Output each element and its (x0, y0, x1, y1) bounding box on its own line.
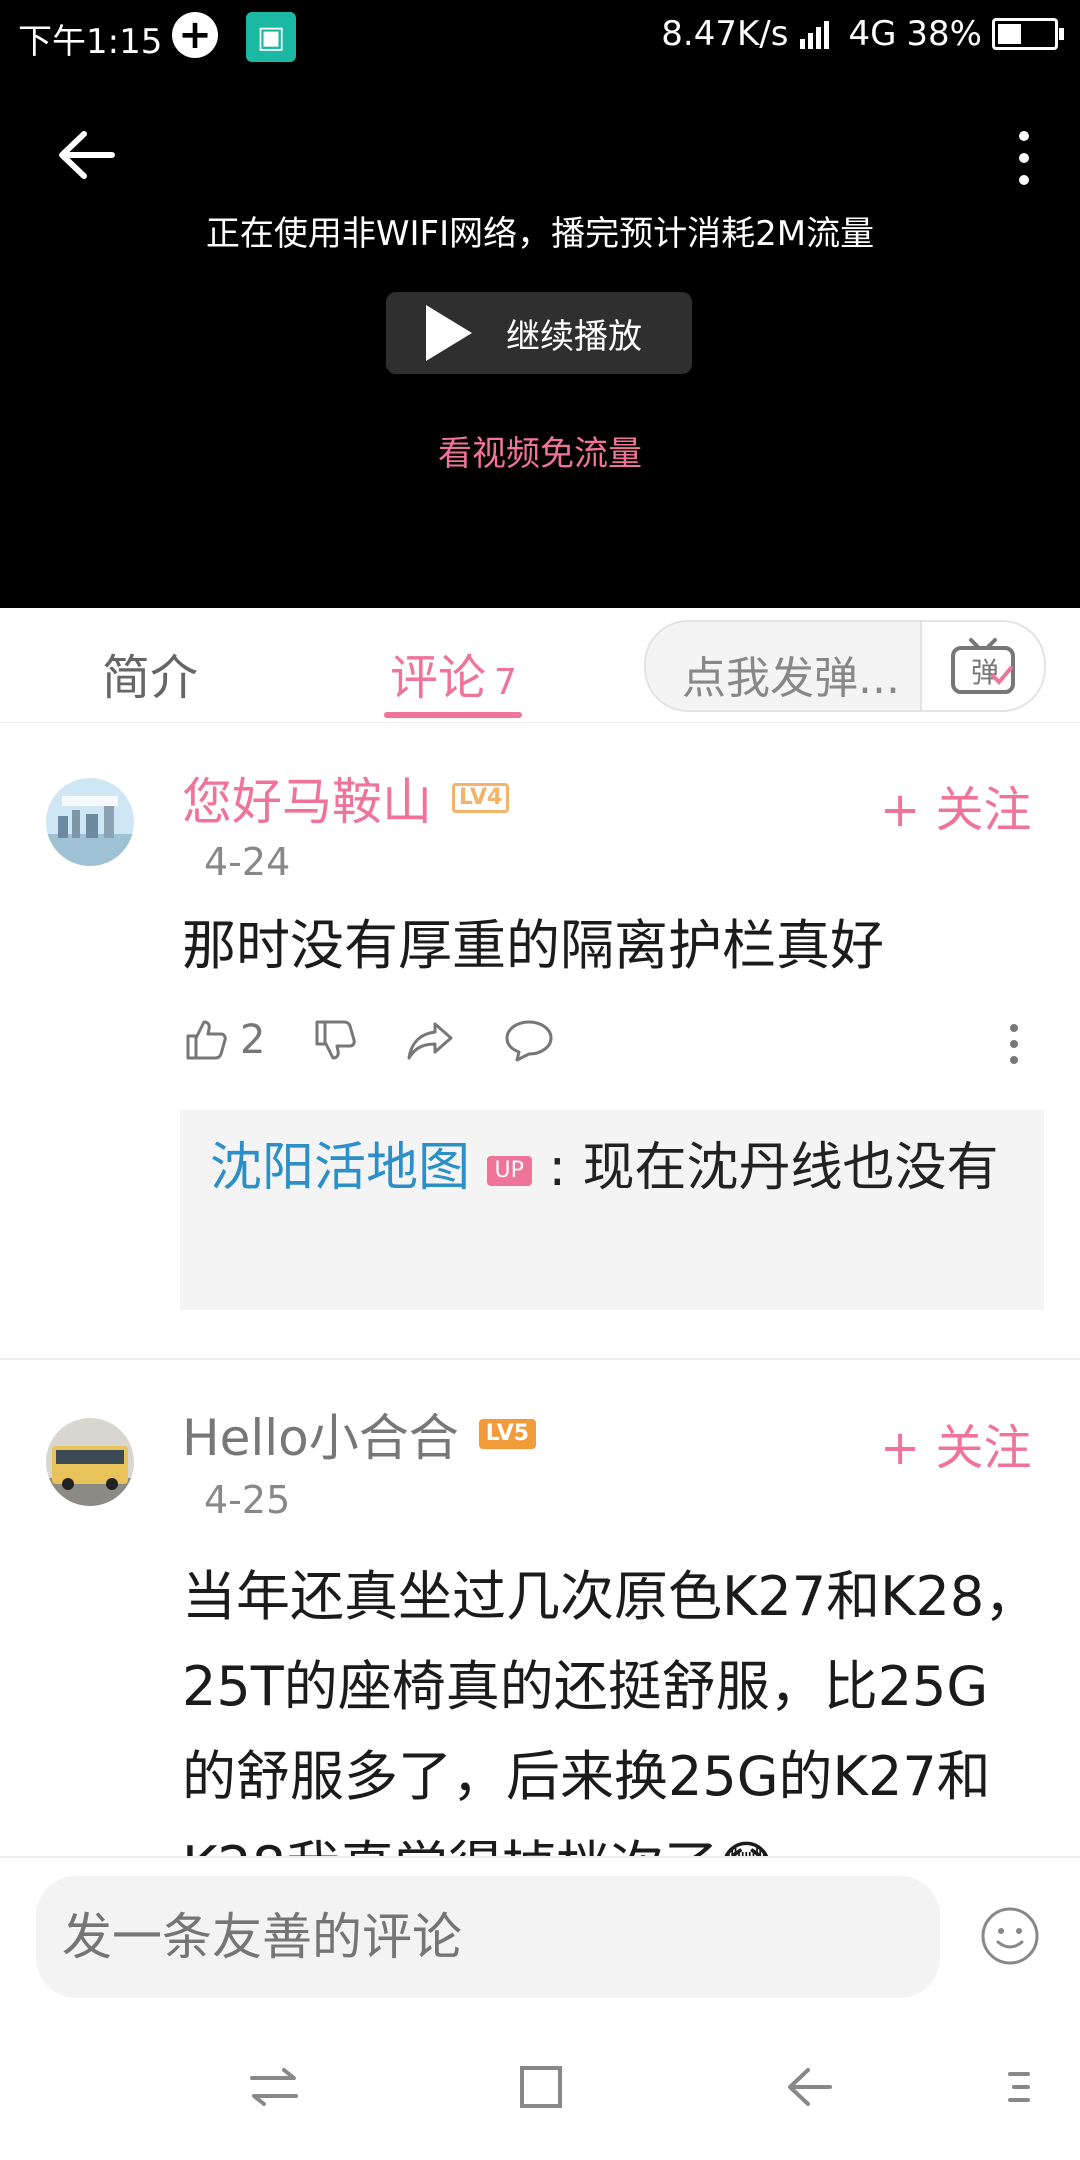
like-icon (186, 1020, 227, 1060)
net-speed: 8.47K/s (661, 14, 789, 54)
comment-item: Hello小合合 LV5 + 关注 4-25 当年还真坐过几次原色K27和K28… (0, 1360, 1080, 1856)
comment-more-icon[interactable] (1004, 1022, 1024, 1066)
more-vert-icon[interactable] (1014, 128, 1034, 188)
danmaku-input[interactable]: 点我发弹... 弹 (644, 620, 1046, 712)
network-warning: 正在使用非WIFI网络，播完预计消耗2M流量 (205, 214, 875, 254)
menu-icon[interactable] (1004, 2062, 1034, 2112)
switch-icon[interactable] (244, 2062, 304, 2112)
play-icon (426, 305, 472, 361)
danmaku-icon-char: 弹 (971, 656, 999, 689)
comment-text: 那时没有厚重的隔离护栏真好 (182, 914, 884, 977)
tab-bar: 简介 评论 7 点我发弹... 弹 (0, 608, 1080, 723)
dislike-icon[interactable] (311, 1016, 359, 1064)
signal-icon (800, 21, 830, 49)
like-button[interactable]: 2 (182, 1016, 265, 1064)
danmaku-placeholder: 点我发弹... (682, 653, 900, 704)
up-badge: UP (486, 1156, 532, 1186)
danmaku-icon[interactable]: 弹 (920, 622, 1044, 710)
level-badge: LV5 (478, 1419, 537, 1449)
tab-intro[interactable]: 简介 (102, 638, 198, 708)
tab-indicator (384, 712, 522, 718)
play-label: 继续播放 (506, 316, 642, 357)
reply-icon[interactable] (503, 1016, 555, 1064)
comments-count: 7 (494, 662, 517, 703)
back-nav-icon[interactable] (782, 2062, 842, 2112)
reply-separator: : (531, 1138, 583, 1198)
network-type: 4G (848, 14, 897, 54)
back-arrow-icon[interactable] (52, 120, 122, 190)
tv-icon: 弹 (951, 638, 1015, 694)
continue-play-button[interactable]: 继续播放 (386, 292, 692, 374)
comment-text: 当年还真坐过几次原色K27和K28，25T的座椅真的还挺舒服，比25G的舒服多了… (182, 1565, 1039, 1856)
comment-date: 4-25 (204, 1478, 291, 1522)
comment-username[interactable]: Hello小合合 (182, 1398, 459, 1470)
level-badge: LV4 (452, 783, 510, 813)
avatar[interactable] (46, 1418, 134, 1506)
comment-date: 4-24 (204, 840, 291, 884)
reply-preview[interactable]: 沈阳活地图 UP : 现在沈丹线也没有 (180, 1110, 1044, 1310)
like-count: 2 (240, 1017, 266, 1063)
emoji-icon[interactable] (980, 1906, 1040, 1966)
share-icon[interactable] (405, 1016, 457, 1064)
comment-item: 您好马鞍山 LV4 + 关注 4-24 那时没有厚重的隔离护栏真好 2 沈阳活地… (0, 722, 1080, 1358)
battery-icon (992, 18, 1064, 50)
free-data-link[interactable]: 看视频免流量 (0, 426, 1080, 475)
battery-percent: 38% (906, 14, 982, 54)
comment-username[interactable]: 您好马鞍山 (182, 762, 432, 834)
follow-button[interactable]: + 关注 (880, 770, 1031, 840)
avatar[interactable] (46, 778, 134, 866)
follow-button[interactable]: + 关注 (880, 1408, 1031, 1478)
status-time: 下午1:15 (18, 22, 163, 62)
scan-icon: ▣ (246, 12, 296, 62)
reply-username[interactable]: 沈阳活地图 (210, 1138, 470, 1198)
reply-text: 现在沈丹线也没有 (582, 1138, 999, 1198)
tab-comments[interactable]: 评论 7 (390, 638, 517, 708)
tab-comments-label: 评论 (390, 650, 487, 706)
system-nav-bar (0, 2000, 1080, 2160)
status-right: 8.47K/s 4G 38% (661, 14, 1064, 54)
home-icon[interactable] (510, 2062, 570, 2112)
comment-input-bar (0, 1856, 1080, 2002)
plus-circle-icon: + (172, 12, 218, 58)
comment-input[interactable] (36, 1876, 940, 1998)
video-player[interactable]: 下午1:15 + ▣ 8.47K/s 4G 38% 正在使用非WIFI网络，播完… (0, 0, 1080, 608)
